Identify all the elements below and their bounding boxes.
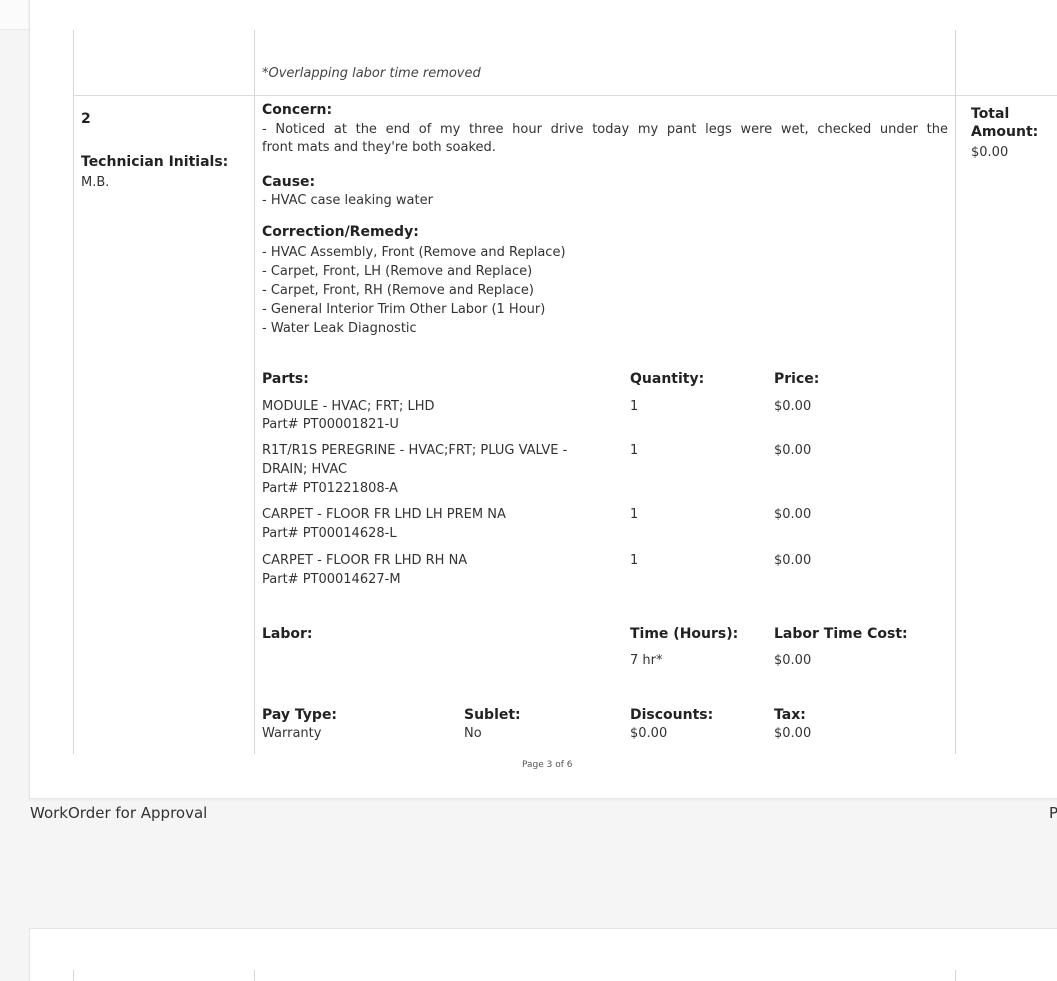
part-quantity: 1 <box>630 553 639 568</box>
sublet-label: Sublet: <box>464 707 521 723</box>
overlap-note: *Overlapping labor time removed <box>262 66 481 81</box>
document-title: WorkOrder for Approval <box>30 804 208 822</box>
concern-text-line1: - Noticed at the end of my three hour dr… <box>262 122 948 137</box>
concern-text-line2: front mats and they're both soaked. <box>262 140 496 155</box>
discounts-value: $0.00 <box>630 726 668 741</box>
sublet-value: No <box>464 726 482 741</box>
part-quantity: 1 <box>630 507 639 522</box>
page-number: Page 3 of 6 <box>522 760 573 770</box>
table-border-middle-next <box>254 970 255 981</box>
line-number: 2 <box>81 111 91 127</box>
parts-header: Parts: <box>262 371 309 387</box>
correction-label: Correction/Remedy: <box>262 224 419 240</box>
labor-cost-header: Labor Time Cost: <box>774 626 908 642</box>
part-quantity: 1 <box>630 443 639 458</box>
cause-text: - HVAC case leaking water <box>262 193 433 208</box>
quantity-header: Quantity: <box>630 371 705 387</box>
row-divider <box>73 95 1057 96</box>
part-description: R1T/R1S PEREGRINE - HVAC;FRT; PLUG VALVE… <box>262 443 568 458</box>
table-border-left-next <box>73 970 74 981</box>
correction-item: - Carpet, Front, RH (Remove and Replace) <box>262 283 534 298</box>
pay-type-value: Warranty <box>262 726 322 741</box>
header-right-fragment: P <box>1049 804 1057 822</box>
time-hours-header: Time (Hours): <box>630 626 739 642</box>
part-number: Part# PT01221808-A <box>262 481 398 496</box>
part-description: CARPET - FLOOR FR LHD LH PREM NA <box>262 507 506 522</box>
price-header: Price: <box>774 371 820 387</box>
total-label-2: Amount: <box>971 124 1039 140</box>
correction-item: - Carpet, Front, LH (Remove and Replace) <box>262 264 533 279</box>
correction-item: - Water Leak Diagnostic <box>262 321 417 336</box>
tax-value: $0.00 <box>774 726 812 741</box>
next-document-page <box>29 928 1057 981</box>
part-description: CARPET - FLOOR FR LHD RH NA <box>262 553 468 568</box>
part-price: $0.00 <box>774 507 812 522</box>
table-border-right-next <box>955 970 956 981</box>
part-price: $0.00 <box>774 553 812 568</box>
part-number: Part# PT00014628-L <box>262 526 397 541</box>
part-price: $0.00 <box>774 443 812 458</box>
part-price: $0.00 <box>774 399 812 414</box>
labor-header: Labor: <box>262 626 313 642</box>
technician-label: Technician Initials: <box>81 154 229 170</box>
part-description: MODULE - HVAC; FRT; LHD <box>262 399 435 414</box>
labor-cost-value: $0.00 <box>774 653 812 668</box>
total-label: Total <box>971 106 1010 122</box>
pay-type-label: Pay Type: <box>262 707 338 723</box>
total-value: $0.00 <box>971 145 1009 160</box>
table-border-left <box>73 30 74 754</box>
correction-item: - General Interior Trim Other Labor (1 H… <box>262 302 546 317</box>
part-number: Part# PT00014627-M <box>262 572 401 587</box>
cause-label: Cause: <box>262 174 316 190</box>
discounts-label: Discounts: <box>630 707 714 723</box>
part-description-cont: DRAIN; HVAC <box>262 462 348 477</box>
part-quantity: 1 <box>630 399 639 414</box>
tax-label: Tax: <box>774 707 806 723</box>
labor-time-value: 7 hr* <box>630 653 663 668</box>
part-number: Part# PT00001821-U <box>262 417 399 432</box>
correction-item: - HVAC Assembly, Front (Remove and Repla… <box>262 245 566 260</box>
concern-label: Concern: <box>262 102 333 118</box>
table-border-right <box>955 30 956 754</box>
technician-value: M.B. <box>81 175 110 190</box>
table-border-middle <box>254 30 255 754</box>
